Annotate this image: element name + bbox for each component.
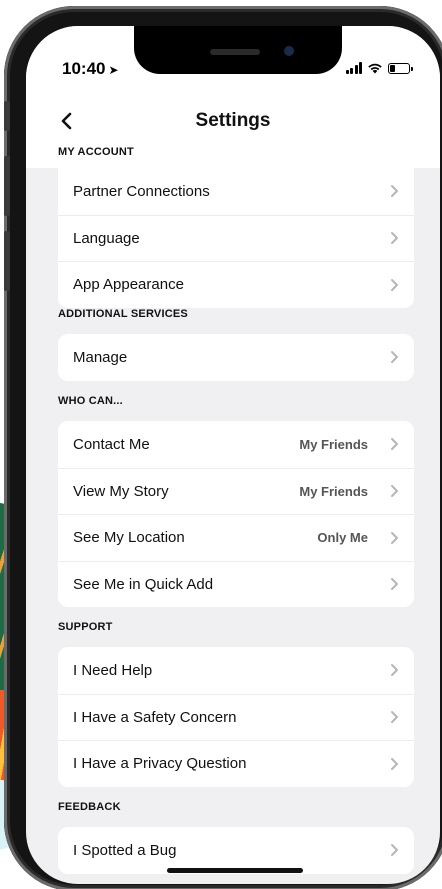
screen: 10:40 ➤ Settings MY ACCOUNT Partner Conn… bbox=[26, 26, 440, 884]
chevron-right-icon bbox=[391, 757, 398, 770]
card-feedback: I Spotted a Bug bbox=[58, 827, 414, 874]
status-time: 10:40 ➤ bbox=[62, 59, 119, 79]
status-icons bbox=[345, 62, 413, 74]
row-manage[interactable]: Manage bbox=[58, 334, 414, 381]
row-i-need-help[interactable]: I Need Help bbox=[58, 647, 414, 694]
location-arrow-icon: ➤ bbox=[108, 63, 119, 77]
row-label: See My Location bbox=[73, 529, 185, 547]
volume-down-button bbox=[4, 231, 10, 291]
row-label: Contact Me bbox=[73, 435, 150, 453]
card-my-account: Partner Connections Language App Appeara… bbox=[58, 168, 414, 308]
row-safety-concern[interactable]: I Have a Safety Concern bbox=[58, 693, 414, 741]
chevron-right-icon bbox=[391, 278, 398, 291]
chevron-right-icon bbox=[391, 485, 398, 498]
section-label-feedback: FEEDBACK bbox=[58, 801, 121, 813]
row-value: My Friends bbox=[299, 483, 368, 499]
row-partner-connections[interactable]: Partner Connections bbox=[58, 168, 414, 215]
speaker-grille bbox=[210, 49, 260, 55]
chevron-right-icon bbox=[391, 438, 398, 451]
stage: 10:40 ➤ Settings MY ACCOUNT Partner Conn… bbox=[0, 0, 442, 889]
status-bar: 10:40 ➤ bbox=[26, 26, 440, 98]
row-language[interactable]: Language bbox=[58, 214, 414, 262]
section-label-my-account: MY ACCOUNT bbox=[58, 146, 134, 158]
row-app-appearance[interactable]: App Appearance bbox=[58, 261, 414, 308]
status-time-text: 10:40 bbox=[62, 59, 106, 78]
home-indicator[interactable] bbox=[167, 868, 303, 873]
card-additional-services: Manage bbox=[58, 334, 414, 381]
row-spotted-a-bug[interactable]: I Spotted a Bug bbox=[58, 827, 414, 874]
row-label: I Spotted a Bug bbox=[73, 841, 177, 859]
section-label-support: SUPPORT bbox=[58, 621, 113, 633]
card-who-can: Contact Me My Friends View My Story My F… bbox=[58, 421, 414, 607]
cellular-signal-icon bbox=[345, 62, 362, 74]
row-see-me-in-quick-add[interactable]: See Me in Quick Add bbox=[58, 560, 414, 608]
row-value: My Friends bbox=[299, 436, 368, 452]
card-support: I Need Help I Have a Safety Concern I Ha… bbox=[58, 647, 414, 787]
row-privacy-question[interactable]: I Have a Privacy Question bbox=[58, 740, 414, 787]
volume-up-button bbox=[4, 156, 10, 216]
row-label: See Me in Quick Add bbox=[73, 575, 214, 593]
wifi-icon bbox=[368, 63, 382, 74]
notch bbox=[134, 26, 342, 74]
battery-icon bbox=[388, 62, 413, 74]
row-label: App Appearance bbox=[73, 276, 184, 294]
chevron-right-icon bbox=[391, 844, 398, 857]
chevron-right-icon bbox=[391, 578, 398, 591]
chevron-right-icon bbox=[391, 351, 398, 364]
row-label: Manage bbox=[73, 348, 128, 366]
row-label: I Have a Privacy Question bbox=[73, 755, 247, 773]
phone-frame: 10:40 ➤ Settings MY ACCOUNT Partner Conn… bbox=[4, 6, 442, 889]
row-value: Only Me bbox=[317, 530, 368, 546]
row-label: I Have a Safety Concern bbox=[73, 708, 237, 726]
row-label: Partner Connections bbox=[73, 182, 210, 200]
chevron-right-icon bbox=[391, 531, 398, 544]
row-label: View My Story bbox=[73, 482, 169, 500]
mute-switch bbox=[4, 101, 10, 131]
front-camera bbox=[284, 46, 294, 56]
chevron-right-icon bbox=[391, 711, 398, 724]
row-view-my-story[interactable]: View My Story My Friends bbox=[58, 467, 414, 515]
nav-bar: Settings bbox=[26, 98, 440, 148]
row-see-my-location[interactable]: See My Location Only Me bbox=[58, 514, 414, 561]
row-contact-me[interactable]: Contact Me My Friends bbox=[58, 421, 414, 468]
section-label-who-can: WHO CAN... bbox=[58, 395, 123, 407]
chevron-right-icon bbox=[391, 664, 398, 677]
chevron-right-icon bbox=[391, 185, 398, 198]
page-title: Settings bbox=[195, 110, 271, 131]
chevron-right-icon bbox=[391, 232, 398, 245]
row-label: I Need Help bbox=[73, 661, 153, 679]
row-label: Language bbox=[73, 229, 140, 247]
section-label-additional-services: ADDITIONAL SERVICES bbox=[58, 308, 188, 320]
